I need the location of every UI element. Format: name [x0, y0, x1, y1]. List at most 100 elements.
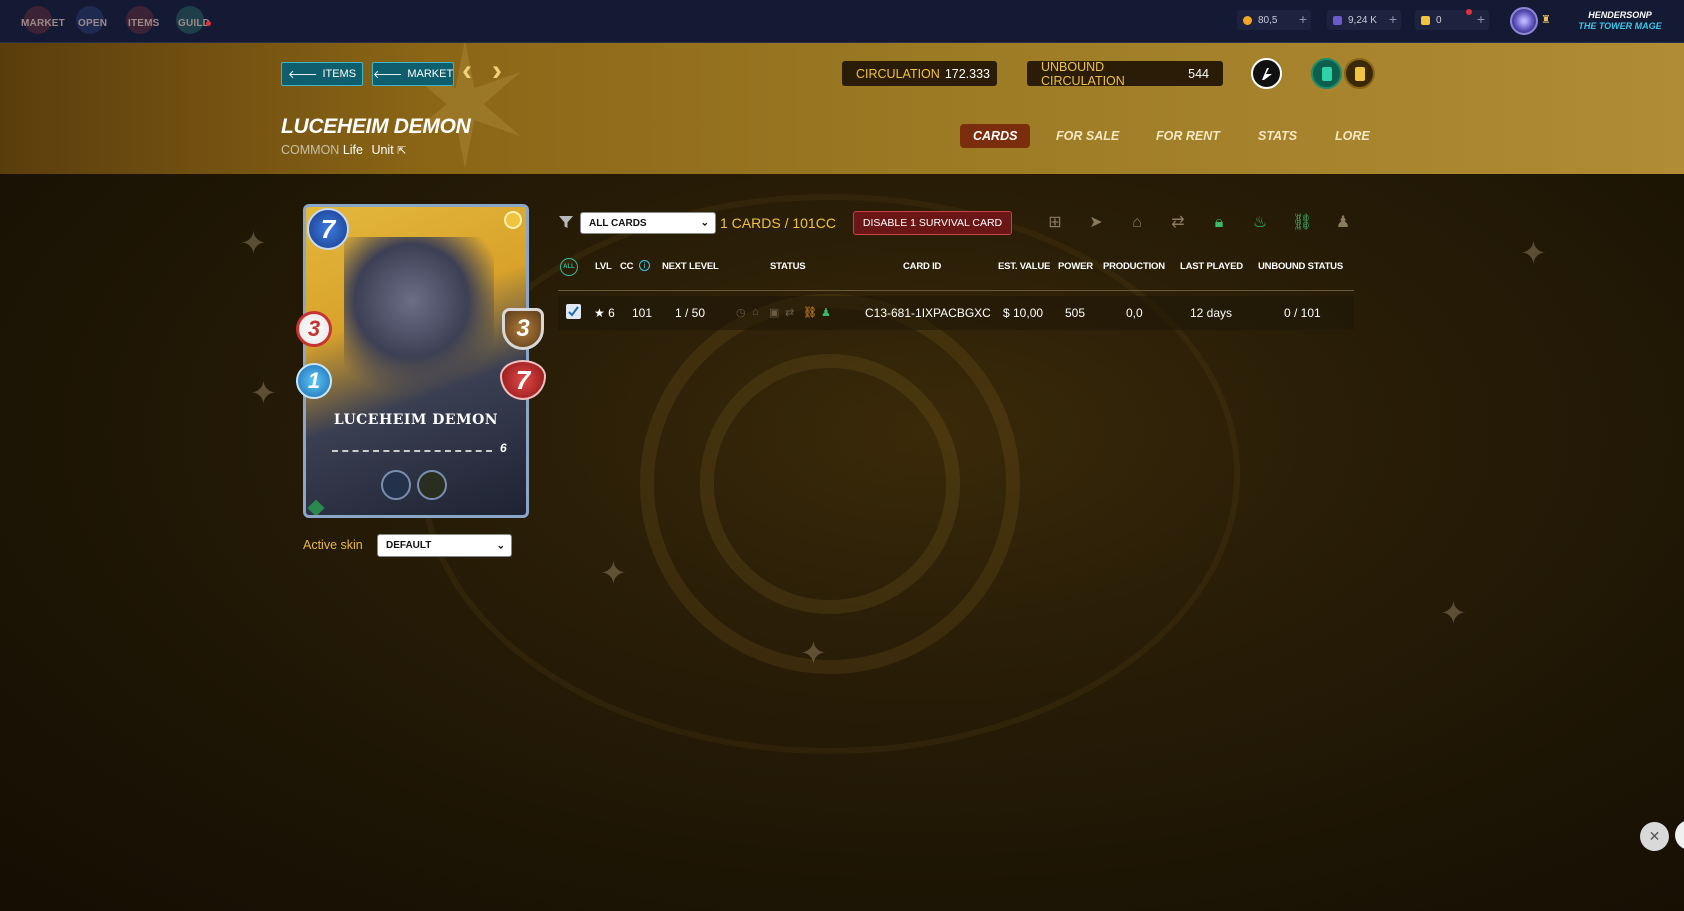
rank-icon: ♜: [1541, 14, 1551, 26]
cell-est-value: $ 10,00: [1003, 306, 1044, 320]
page-title: LUCEHEIM DEMON: [281, 115, 471, 138]
nav-open[interactable]: OPEN: [78, 18, 107, 29]
armor-gem: 3: [502, 308, 544, 350]
info-icon: i: [639, 260, 650, 271]
cell-next-level: 1 / 50: [675, 306, 706, 320]
cell-cc: 101: [632, 306, 653, 320]
chevron-down-icon: ⌄: [700, 217, 709, 229]
column-header-lvl[interactable]: LVL: [595, 261, 612, 272]
tab-lore[interactable]: LORE: [1335, 129, 1370, 143]
active-skin-select[interactable]: DEFAULT ⌄: [377, 534, 512, 557]
tab-stats[interactable]: STATS: [1258, 129, 1297, 143]
active-skin-label: Active skin: [303, 538, 363, 552]
back-to-items-button[interactable]: 🡐 ITEMS: [281, 62, 363, 86]
sparkle-icon: ✦: [600, 555, 627, 591]
back-to-market-button[interactable]: 🡐 MARKET: [372, 62, 454, 86]
nav-market[interactable]: MARKET: [21, 18, 65, 29]
notification-dot: [1466, 9, 1472, 15]
user-rank: THE TOWER MAGE: [1578, 21, 1662, 31]
chevron-down-icon: ⌄: [496, 540, 505, 551]
tab-cards[interactable]: CARDS: [960, 124, 1031, 148]
unbound-circulation-badge: UNBOUND CIRCULATION 544: [1027, 59, 1223, 88]
gem-icon: [1333, 15, 1342, 25]
unlink-icon[interactable]: ⛓: [1292, 213, 1312, 233]
burn-icon[interactable]: ♨: [1250, 213, 1270, 233]
gold-foil-icon: [504, 211, 522, 229]
cell-card-id[interactable]: C13-681-1IXPACBGXC: [865, 306, 991, 320]
cell-production: 0,0: [1126, 306, 1143, 320]
arrow-left-icon: 🡐: [372, 69, 403, 81]
column-header-next-level[interactable]: NEXT LEVEL: [662, 261, 719, 272]
active-skin-value: DEFAULT: [386, 540, 432, 551]
card-level: 6: [500, 441, 507, 455]
ticket-value: 0: [1436, 14, 1442, 26]
send-icon[interactable]: ➤: [1086, 213, 1106, 233]
previous-card-arrow-icon[interactable]: ‹: [462, 56, 472, 86]
column-header-unbound-status[interactable]: UNBOUND STATUS: [1258, 261, 1343, 272]
select-all-toggle[interactable]: ALL: [560, 258, 578, 276]
add-coin-button[interactable]: +: [1299, 12, 1307, 26]
card-filter-select[interactable]: ALL CARDS ⌄: [580, 212, 716, 234]
card-set-green-icon[interactable]: [1311, 58, 1342, 89]
lock-icon[interactable]: 🔒︎: [1209, 213, 1229, 233]
ticket-icon: [1421, 15, 1430, 25]
sparkle-icon: ✦: [1440, 595, 1467, 631]
store-icon[interactable]: ⌂: [1127, 213, 1147, 233]
add-ticket-button[interactable]: +: [1477, 12, 1485, 26]
user-avatar[interactable]: [1510, 7, 1538, 35]
mana-gem: 7: [307, 208, 349, 250]
next-card-arrow-icon[interactable]: ›: [492, 56, 502, 86]
column-header-last-played[interactable]: LAST PLAYED: [1180, 261, 1243, 272]
guild-notification-dot: [206, 21, 211, 26]
column-header-cc[interactable]: CC: [620, 261, 634, 272]
attack-gem: 3: [296, 311, 332, 347]
back-items-label: ITEMS: [322, 68, 357, 80]
column-header-status[interactable]: STATUS: [770, 261, 806, 272]
unit-type-small-icon: ⇱: [397, 145, 407, 157]
coin-balance: 80,5 +: [1237, 10, 1311, 30]
card-level-bar: [332, 450, 492, 452]
tab-for-sale[interactable]: FOR SALE: [1056, 129, 1119, 143]
element-label: Life: [342, 143, 363, 157]
ticket-balance: 0 +: [1415, 10, 1489, 30]
unbound-circulation-label: UNBOUND CIRCULATION: [1041, 59, 1125, 88]
cell-power: 505: [1065, 306, 1086, 320]
card-count: 1 CARDS / 101CC: [720, 215, 836, 231]
unbound-circulation-value: 544: [1188, 66, 1209, 81]
add-gem-button[interactable]: +: [1389, 12, 1397, 26]
row-checkbox[interactable]: [566, 304, 581, 319]
life-element-icon: [307, 499, 325, 515]
tab-for-rent[interactable]: FOR RENT: [1156, 129, 1220, 143]
circulation-label: CIRCULATION: [856, 66, 940, 81]
cell-unbound-status: 0 / 101: [1284, 306, 1321, 320]
sparkle-icon: ✦: [250, 375, 277, 411]
rent-transfer-icon[interactable]: ⇄: [1168, 213, 1188, 233]
combine-icon[interactable]: ⊞: [1045, 213, 1065, 233]
nav-items[interactable]: ITEMS: [128, 18, 160, 29]
coin-icon: [1243, 15, 1252, 25]
column-header-card-id[interactable]: CARD ID: [903, 261, 941, 272]
lock-status-icon: ▣: [769, 307, 780, 319]
ability-icon: [417, 470, 447, 500]
gem-value: 9,24 K: [1348, 14, 1377, 26]
column-header-power[interactable]: POWER: [1058, 261, 1093, 272]
user-name[interactable]: HENDERSONP: [1570, 10, 1670, 20]
close-icon[interactable]: ✕: [1640, 822, 1669, 851]
column-header-production[interactable]: PRODUCTION: [1103, 261, 1165, 272]
card-image[interactable]: LUCEHEIM DEMON 6: [303, 204, 529, 518]
disable-survival-card-button[interactable]: DISABLE 1 SURVIVAL CARD: [853, 211, 1012, 235]
stake-icon[interactable]: ♟: [1333, 213, 1353, 233]
clock-icon: ◷: [736, 307, 746, 319]
cell-last-played: 12 days: [1190, 306, 1233, 320]
transfer-status-icon: ⇄: [785, 307, 795, 319]
coin-value: 80,5: [1258, 14, 1278, 26]
unit-type-icon[interactable]: [1251, 58, 1282, 89]
background-art: ✦ ✦ ✦ ✦ ✦ ✦: [0, 174, 1684, 911]
filter-icon[interactable]: [558, 214, 574, 230]
speed-gem: 1: [296, 363, 332, 399]
card-set-gold-icon[interactable]: [1344, 58, 1375, 89]
card-name: LUCEHEIM DEMON: [333, 412, 499, 428]
stake-status-icon: ♟: [821, 307, 831, 319]
column-header-est-value[interactable]: EST. VALUE: [998, 261, 1050, 272]
top-nav: MARKET OPEN ITEMS GUILD 80,5 + 9,24 K + …: [0, 0, 1684, 43]
